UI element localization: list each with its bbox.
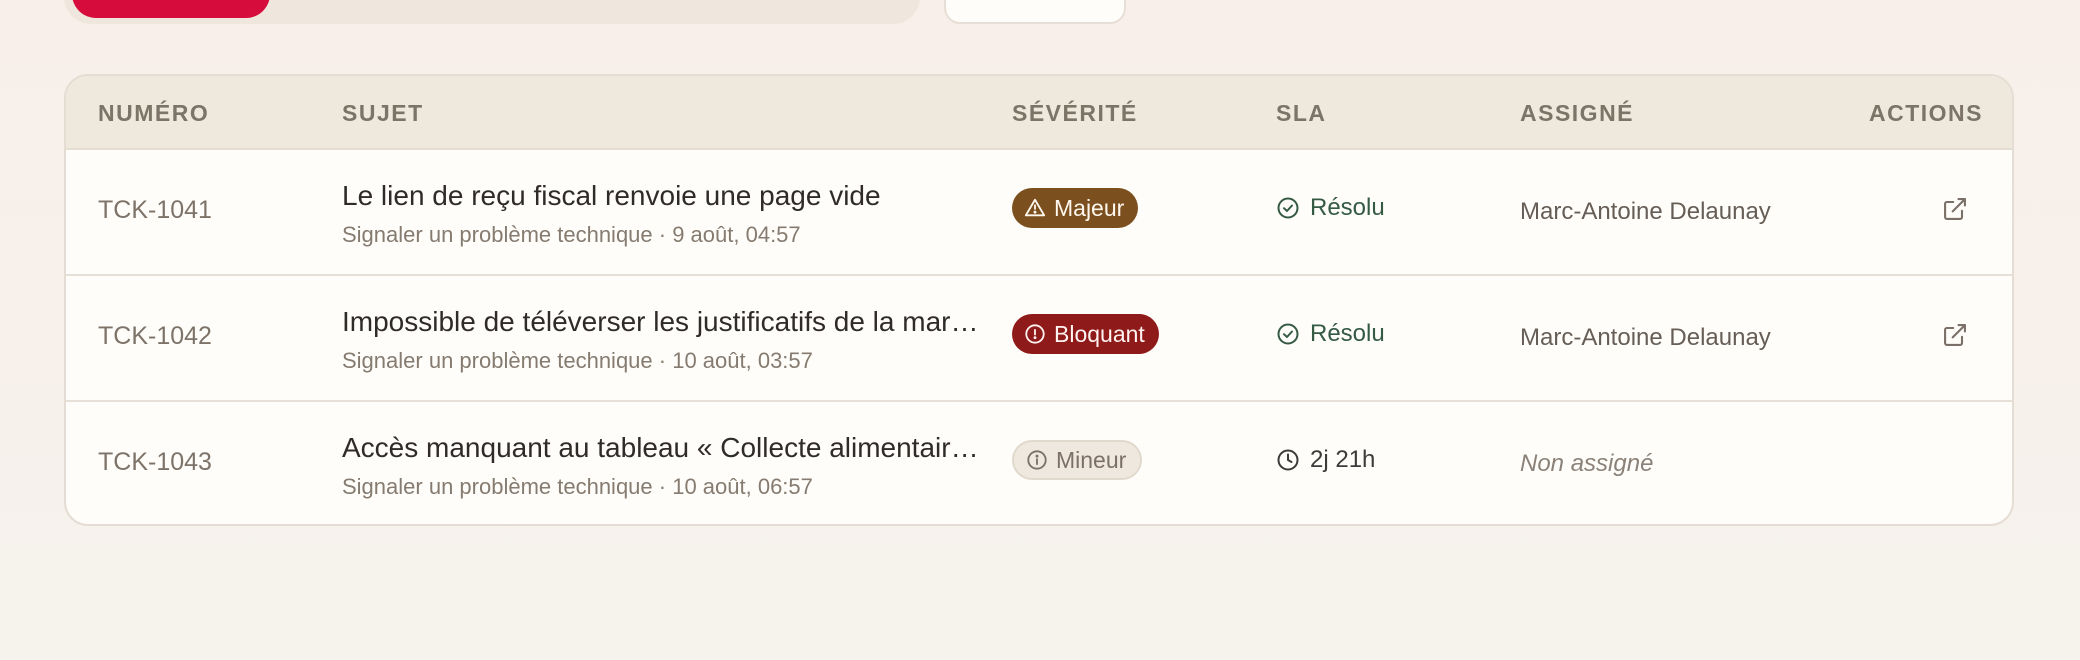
severity-label: Majeur [1054, 194, 1125, 221]
ticket-meta: Signaler un problème technique · 10 août… [342, 474, 813, 499]
ticket-subject[interactable]: Accès manquant au tableau « Collecte ali… [342, 430, 992, 502]
severity-badge: Mineur [1012, 440, 1143, 480]
assignee-name: Marc-Antoine Delaunay [1520, 324, 1771, 351]
open-ticket-button[interactable] [1940, 320, 1970, 350]
table-row[interactable]: TCK-1043 Accès manquant au tableau « Col… [66, 402, 2012, 524]
ticket-subject[interactable]: Le lien de reçu fiscal renvoie une page … [342, 178, 992, 250]
external-link-icon [1944, 198, 1966, 220]
severity-label: Bloquant [1054, 320, 1145, 347]
view-segmented-control [64, 0, 920, 24]
external-link-icon [1944, 324, 1966, 346]
open-ticket-button[interactable] [1940, 194, 1970, 224]
ticket-number: TCK-1043 [98, 448, 212, 476]
info-circle-icon [1027, 450, 1047, 470]
assignee-name: Marc-Antoine Delaunay [1520, 198, 1771, 225]
header-number[interactable]: NUMÉRO [98, 100, 209, 127]
table-header: NUMÉRO SUJET SÉVÉRITÉ SLA ASSIGNÉ ACTION… [66, 76, 2012, 150]
top-toolbar [64, 0, 1126, 26]
tickets-table: NUMÉRO SUJET SÉVÉRITÉ SLA ASSIGNÉ ACTION… [64, 74, 2014, 526]
severity-badge: Majeur [1012, 188, 1139, 228]
ticket-subject[interactable]: Impossible de téléverser les justificati… [342, 304, 992, 376]
table-row[interactable]: TCK-1041 Le lien de reçu fiscal renvoie … [66, 150, 2012, 276]
header-severity[interactable]: SÉVÉRITÉ [1012, 100, 1138, 127]
severity-label: Mineur [1056, 446, 1127, 473]
severity-badge: Bloquant [1012, 314, 1159, 354]
sla-label: Résolu [1310, 194, 1385, 221]
check-circle-icon [1277, 197, 1299, 219]
alert-circle-icon [1025, 324, 1045, 344]
filter-button[interactable] [944, 0, 1126, 24]
header-actions: ACTIONS [1869, 100, 1983, 126]
ticket-meta: Signaler un problème technique · 10 août… [342, 348, 813, 373]
ticket-title: Accès manquant au tableau « Collecte ali… [342, 432, 992, 463]
sla-status: Résolu [1276, 194, 1385, 222]
header-sla[interactable]: SLA [1276, 100, 1327, 127]
ticket-meta: Signaler un problème technique · 9 août,… [342, 222, 801, 247]
sla-status: Résolu [1276, 320, 1385, 348]
header-assignee[interactable]: ASSIGNÉ [1520, 100, 1634, 127]
clock-icon [1277, 449, 1299, 471]
ticket-number: TCK-1041 [98, 196, 212, 224]
sla-label: Résolu [1310, 320, 1385, 347]
header-subject[interactable]: SUJET [342, 100, 424, 127]
sla-status: 2j 21h [1276, 446, 1375, 474]
ticket-title: Le lien de reçu fiscal renvoie une page … [342, 180, 881, 211]
sla-label: 2j 21h [1310, 446, 1376, 473]
active-segment-tab[interactable] [72, 0, 270, 18]
check-circle-icon [1277, 323, 1299, 345]
ticket-number: TCK-1042 [98, 322, 212, 350]
table-row[interactable]: TCK-1042 Impossible de téléverser les ju… [66, 276, 2012, 402]
ticket-title: Impossible de téléverser les justificati… [342, 306, 979, 337]
warning-triangle-icon [1024, 198, 1046, 217]
assignee-unassigned: Non assigné [1520, 450, 1654, 477]
